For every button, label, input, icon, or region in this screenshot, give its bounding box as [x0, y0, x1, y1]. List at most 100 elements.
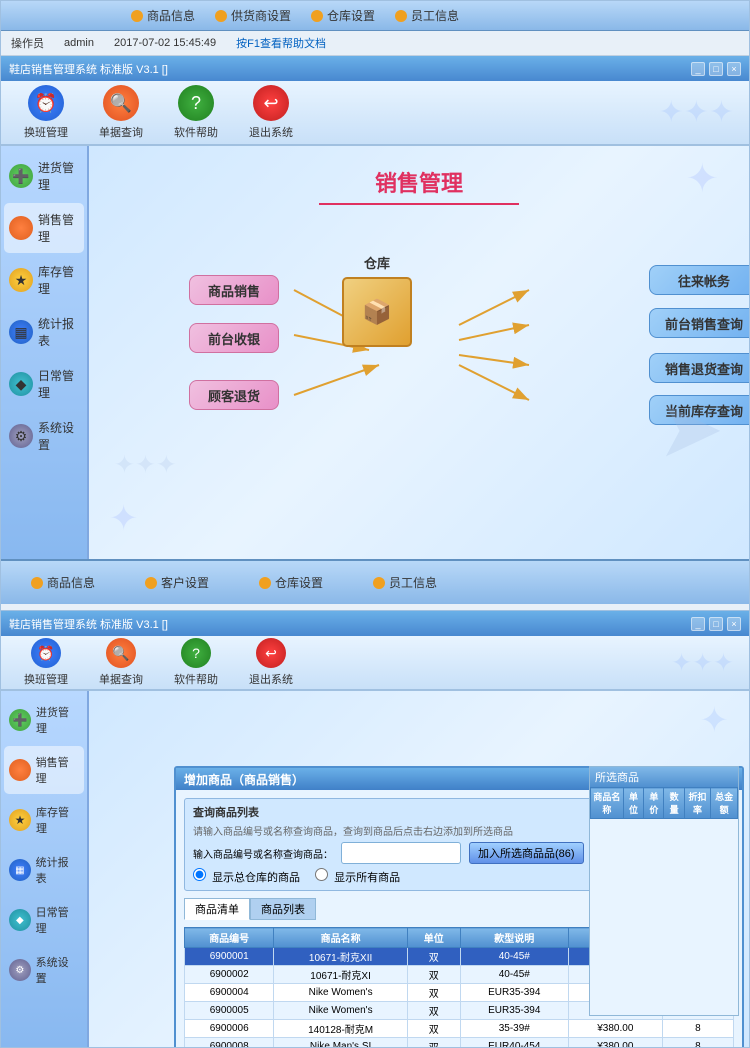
toolbar-query-btn[interactable]: 🔍 单据查询	[91, 80, 151, 145]
win2-toolbar: ⏰ 换班管理 🔍 单据查询 ? 软件帮助 ↩ 退出系统 ✦✦✦	[1, 636, 749, 691]
w2-purchase-label: 进货管理	[36, 704, 79, 736]
radio-all-input[interactable]	[315, 868, 328, 881]
win1-controls: _ □ ×	[691, 62, 741, 76]
purchase-label: 进货管理	[38, 159, 79, 193]
win2-maximize[interactable]: □	[709, 617, 723, 631]
cell-style: 40-45#	[460, 966, 568, 984]
table-row[interactable]: 6900008 Nike Man's SI 双 EUR40-454 ¥380.0…	[185, 1038, 734, 1048]
bottom-product-label: 商品信息	[47, 574, 95, 591]
right-header-row: 商品名称 单位 单价 数量 折扣率 总金额	[591, 788, 738, 819]
w2-sidebar-inventory[interactable]: ★ 库存管理	[4, 796, 84, 844]
sidebar-item-daily[interactable]: ◆ 日常管理	[4, 359, 84, 409]
cell-name: 10671-耐克XI	[274, 966, 407, 984]
bottom-menu-product[interactable]: 商品信息	[31, 574, 95, 591]
w2-star-deco-bg: ✦	[700, 701, 729, 741]
cell-name: 10671-耐克XII	[274, 948, 407, 966]
diagram-arrows	[109, 235, 729, 485]
win2-exit-btn[interactable]: ↩ 退出系统	[241, 633, 301, 692]
dot-icon	[311, 10, 323, 22]
top-menu-supplier[interactable]: 供货商设置	[215, 7, 291, 24]
w2-sidebar-sales[interactable]: 销售管理	[4, 746, 84, 794]
sidebar-item-report[interactable]: ▦ 统计报表	[4, 307, 84, 357]
sidebar-item-purchase[interactable]: ➕ 进货管理	[4, 151, 84, 201]
report-label: 统计报表	[38, 315, 79, 349]
w2-exit-icon: ↩	[256, 638, 286, 668]
win2-shift-btn[interactable]: ⏰ 换班管理	[16, 633, 76, 692]
search-product-input[interactable]	[341, 842, 461, 864]
dot-icon-b1	[31, 577, 43, 589]
toolbar-help-btn[interactable]: ? 软件帮助	[166, 80, 226, 145]
radio-total-input[interactable]	[193, 868, 206, 881]
win2-help-btn[interactable]: ? 软件帮助	[166, 633, 226, 692]
top-menu-warehouse-label: 仓库设置	[327, 7, 375, 24]
cell-stock: 8	[662, 1020, 733, 1038]
w2-daily-icon: ◆	[9, 909, 31, 931]
toolbar-shift-btn[interactable]: ⏰ 换班管理	[16, 80, 76, 145]
star-deco-2: ✦	[109, 499, 138, 539]
cell-unit: 双	[407, 1002, 460, 1020]
accounts-btn[interactable]: 往来帐务	[649, 265, 749, 295]
w2-exit-label: 退出系统	[249, 671, 293, 687]
top-menu-staff[interactable]: 员工信息	[395, 7, 459, 24]
w2-purchase-icon: ➕	[9, 709, 31, 731]
settings-icon: ⚙	[9, 424, 33, 448]
win1-bottom-menu: 商品信息 客户设置 仓库设置 员工信息	[1, 559, 749, 604]
w2-sidebar-purchase[interactable]: ➕ 进货管理	[4, 696, 84, 744]
w2-help-icon: ?	[181, 638, 211, 668]
bottom-menu-warehouse[interactable]: 仓库设置	[259, 574, 323, 591]
top-menu-product[interactable]: 商品信息	[131, 7, 195, 24]
toolbar-exit-btn[interactable]: ↩ 退出系统	[241, 80, 301, 145]
title-underline	[319, 203, 519, 205]
exit-label: 退出系统	[249, 124, 293, 140]
cell-style: 35-39#	[460, 1020, 568, 1038]
tab-product-list[interactable]: 商品清单	[184, 898, 250, 920]
query-icon: 🔍	[103, 85, 139, 121]
cell-name: 140128-耐克M	[274, 1020, 407, 1038]
win1-maximize[interactable]: □	[709, 62, 723, 76]
cell-name: Nike Man's SI	[274, 1038, 407, 1048]
sales-return-btn[interactable]: 销售退货查询	[649, 353, 749, 383]
bottom-menu-customer[interactable]: 客户设置	[145, 574, 209, 591]
win1-title-text: 鞋店销售管理系统 标准版 V3.1 []	[9, 61, 168, 77]
query-label: 单据查询	[99, 124, 143, 140]
cell-stock: 8	[662, 1038, 733, 1048]
bottom-menu-staff[interactable]: 员工信息	[373, 574, 437, 591]
table-row[interactable]: 6900006 140128-耐克M 双 35-39# ¥380.00 8	[185, 1020, 734, 1038]
datetime-value: 2017-07-02 15:45:49	[114, 37, 216, 49]
right-table-header: 商品名称 单位 单价 数量 折扣率 总金额	[591, 788, 738, 819]
radio-total-warehouse[interactable]: 显示总仓库的商品	[193, 868, 300, 885]
warehouse-center: 仓库 📦	[342, 253, 412, 347]
w2-sidebar-daily[interactable]: ◆ 日常管理	[4, 896, 84, 944]
w2-inventory-icon: ★	[9, 809, 31, 831]
customer-return-btn[interactable]: 顾客退货	[189, 380, 279, 410]
dot-icon	[395, 10, 407, 22]
top-menu-warehouse[interactable]: 仓库设置	[311, 7, 375, 24]
cell-name: Nike Women's	[274, 1002, 407, 1020]
win2-close[interactable]: ×	[727, 617, 741, 631]
tab-product-catalog[interactable]: 商品列表	[250, 898, 316, 920]
selected-panel-title: 所选商品	[590, 767, 738, 787]
sidebar-item-settings[interactable]: ⚙ 系统设置	[4, 411, 84, 461]
win1-title-bar: 鞋店销售管理系统 标准版 V3.1 [] _ □ ×	[1, 56, 749, 81]
win1-minimize[interactable]: _	[691, 62, 705, 76]
add-selected-btn[interactable]: 加入所选商品品(86)	[469, 842, 584, 864]
operator-value: admin	[64, 37, 94, 49]
dot-icon-b4	[373, 577, 385, 589]
sidebar-item-sales[interactable]: 销售管理	[4, 203, 84, 253]
cell-no: 6900001	[185, 948, 274, 966]
win2-minimize[interactable]: _	[691, 617, 705, 631]
win1-close[interactable]: ×	[727, 62, 741, 76]
product-sales-btn[interactable]: 商品销售	[189, 275, 279, 305]
win2-title-text: 鞋店销售管理系统 标准版 V3.1 []	[9, 616, 168, 632]
front-query-btn[interactable]: 前台销售查询	[649, 308, 749, 338]
radio-all-products[interactable]: 显示所有商品	[315, 868, 400, 885]
sidebar-item-inventory[interactable]: ★ 库存管理	[4, 255, 84, 305]
help-text[interactable]: 按F1查看帮助文档	[236, 35, 326, 51]
accounts-label: 往来帐务	[678, 271, 730, 290]
cell-style: EUR35-394	[460, 984, 568, 1002]
w2-sidebar-report[interactable]: ▦ 统计报表	[4, 846, 84, 894]
customer-return-label: 顾客退货	[208, 386, 260, 405]
w2-sidebar-settings[interactable]: ⚙ 系统设置	[4, 946, 84, 994]
win2-query-btn[interactable]: 🔍 单据查询	[91, 633, 151, 692]
front-cashier-btn[interactable]: 前台收银	[189, 323, 279, 353]
